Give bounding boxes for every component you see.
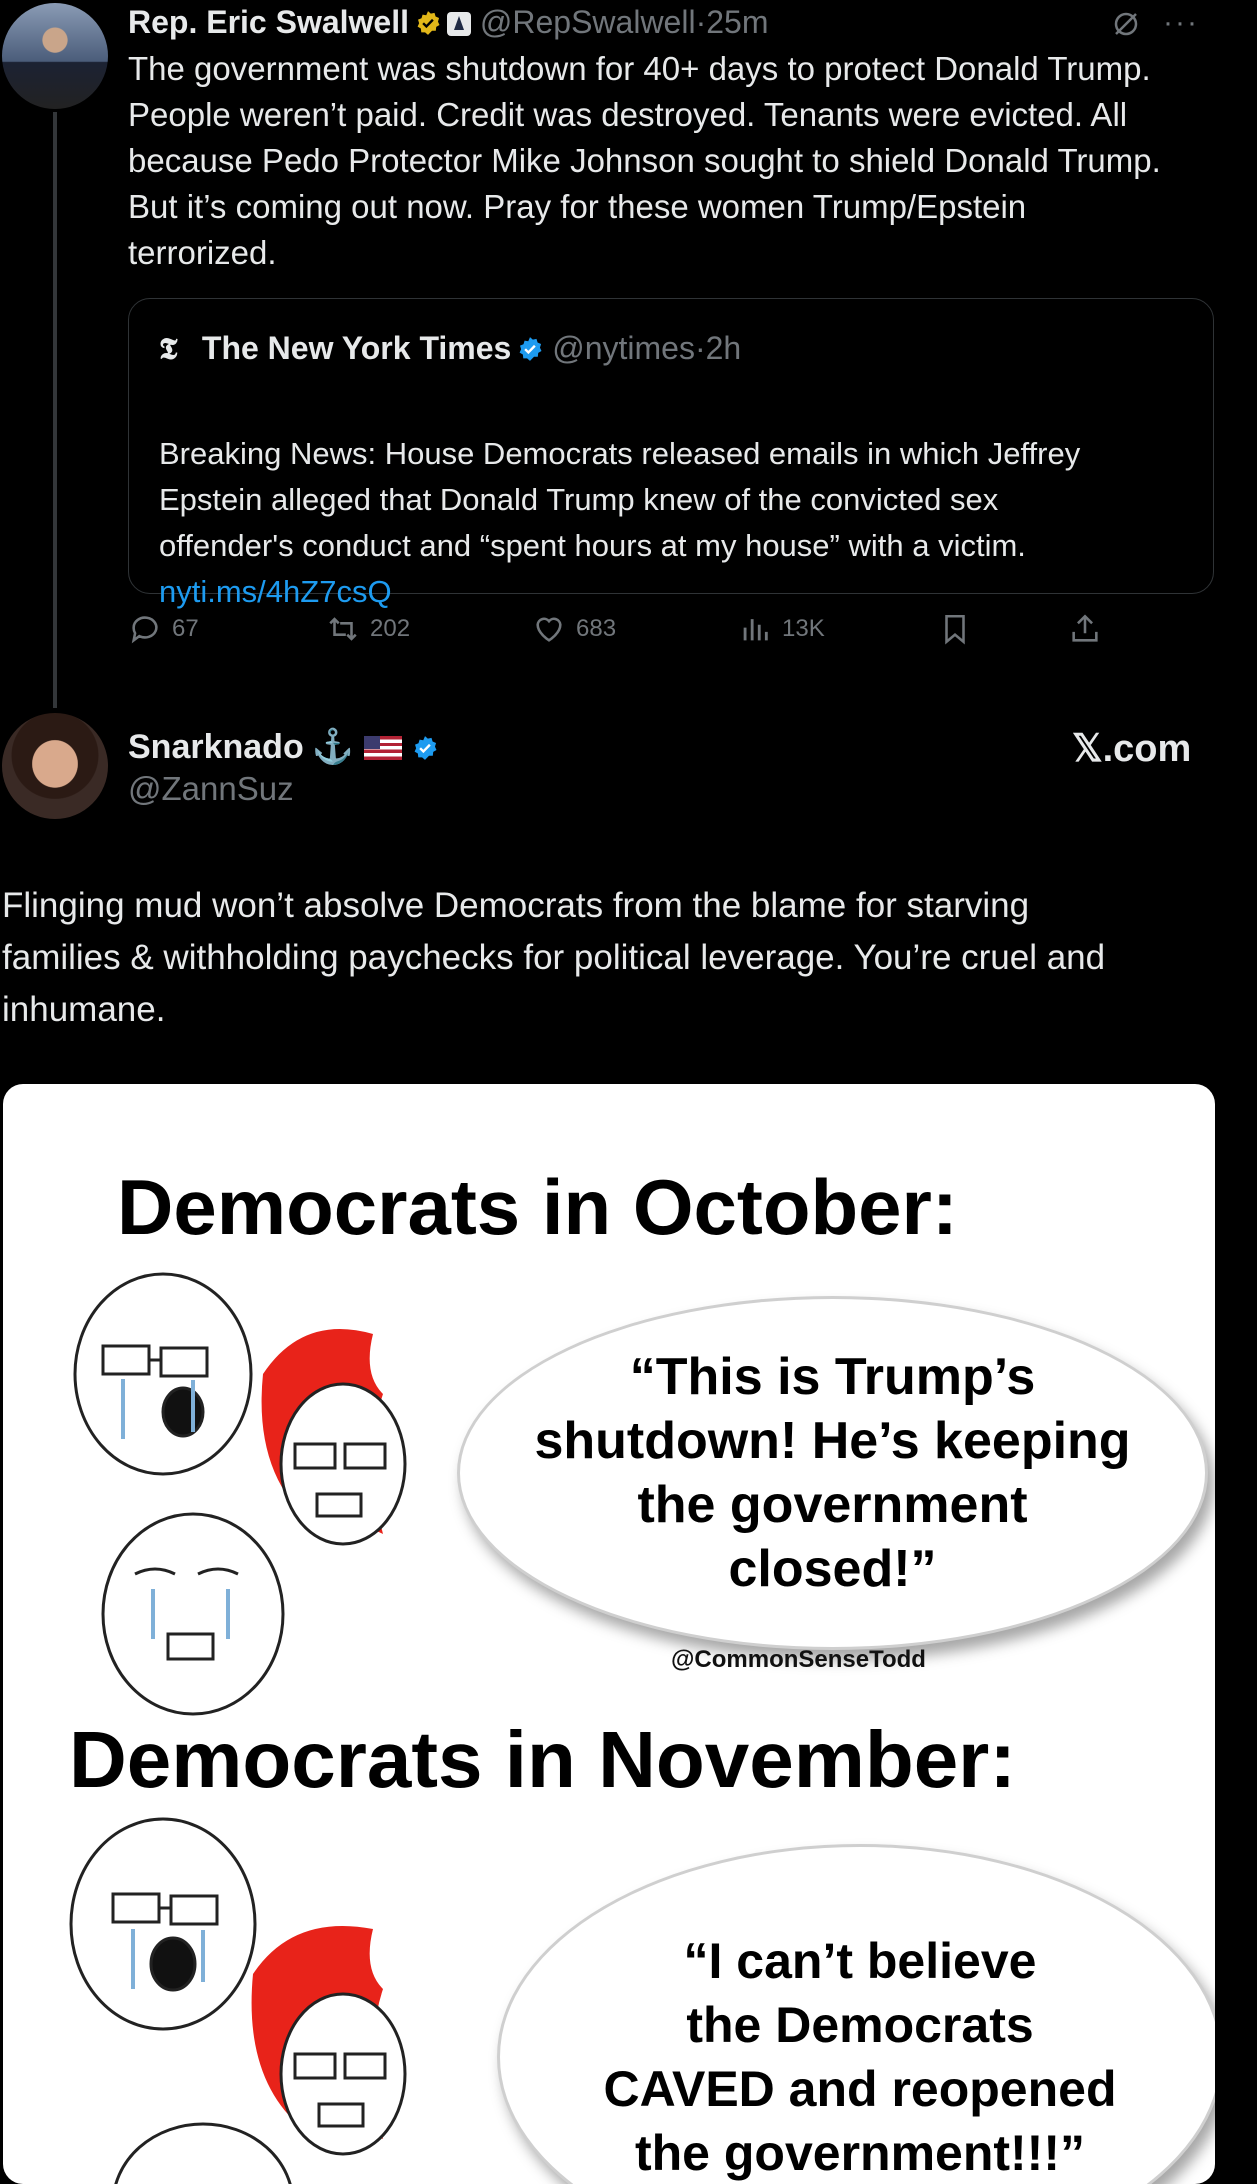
quoted-tweet-card[interactable]: 𝕿 The New York Times @nytimes·2h Breakin… bbox=[128, 298, 1214, 609]
snarknado-avatar[interactable] bbox=[2, 713, 108, 819]
tweet1-time[interactable]: 25m bbox=[706, 4, 768, 40]
quoted-tweet-header: 𝕿 The New York Times @nytimes·2h bbox=[159, 325, 741, 373]
speech-bubble-november: “I can’t believe the Democrats CAVED and… bbox=[497, 1844, 1215, 2184]
x-com-watermark: 𝕏.com bbox=[1072, 728, 1192, 770]
us-flag-icon bbox=[364, 736, 403, 760]
quoted-time[interactable]: 2h bbox=[706, 330, 742, 366]
share-button[interactable] bbox=[1068, 612, 1102, 646]
bubble-november-text: “I can’t believe the Democrats CAVED and… bbox=[603, 1933, 1117, 2181]
tweet2-author-line: Snarknado ⚓ bbox=[128, 725, 438, 769]
quoted-handle[interactable]: @nytimes bbox=[552, 330, 695, 366]
anchor-icon: ⚓ bbox=[311, 728, 355, 766]
heart-icon bbox=[536, 617, 562, 642]
bookmark-icon bbox=[945, 614, 965, 645]
reply-icon bbox=[131, 616, 158, 644]
reply-button[interactable]: 67 bbox=[128, 612, 199, 646]
crying-wojaks-november-illustration bbox=[69, 1817, 407, 2184]
grok-icon[interactable] bbox=[1111, 9, 1141, 39]
view-count: 13K bbox=[782, 615, 825, 642]
swalwell-avatar[interactable] bbox=[2, 3, 108, 109]
meme-credit: @CommonSenseTodd bbox=[671, 1646, 926, 1673]
verified-blue-badge-icon bbox=[519, 337, 542, 361]
meme-image[interactable]: Democrats in October: “This is Trump’s s… bbox=[3, 1084, 1215, 2184]
like-button[interactable]: 683 bbox=[532, 612, 616, 646]
share-icon bbox=[1072, 614, 1098, 642]
bookmark-button[interactable] bbox=[938, 612, 972, 646]
quoted-text-body: Breaking News: House Democrats released … bbox=[159, 436, 1081, 563]
views-button[interactable]: 13K bbox=[738, 612, 825, 646]
more-icon[interactable]: ··· bbox=[1163, 6, 1199, 39]
meme-title-november: Democrats in November: bbox=[69, 1715, 1016, 1804]
repost-button[interactable]: 202 bbox=[326, 612, 410, 646]
quoted-tweet-link[interactable]: nyti.ms/4hZ7csQ bbox=[159, 569, 1199, 615]
views-icon bbox=[743, 619, 768, 641]
tweet1-separator: · bbox=[695, 4, 707, 40]
tweet1-header: Rep. Eric Swalwell @RepSwalwell·25m bbox=[128, 0, 768, 44]
quoted-author-name[interactable]: The New York Times bbox=[202, 330, 511, 366]
tweet1-author-name[interactable]: Rep. Eric Swalwell bbox=[128, 4, 409, 40]
tweet2-author-name[interactable]: Snarknado bbox=[128, 728, 304, 766]
reply-count: 67 bbox=[172, 615, 199, 642]
tweet2-handle[interactable]: @ZannSuz bbox=[128, 767, 294, 811]
nyt-logo-icon: 𝕿 bbox=[159, 332, 178, 367]
bubble-october-text: “This is Trump’s shutdown! He’s keeping … bbox=[534, 1348, 1131, 1598]
tweet1-text: The government was shutdown for 40+ days… bbox=[128, 50, 1161, 271]
like-count: 683 bbox=[576, 615, 617, 642]
tweet1-action-bar: 67 202 683 13K bbox=[128, 612, 1108, 660]
speech-bubble-october: “This is Trump’s shutdown! He’s keeping … bbox=[457, 1296, 1208, 1650]
verified-blue-badge-icon bbox=[414, 736, 437, 760]
repost-icon bbox=[329, 617, 357, 641]
tweet1-top-icons: ··· bbox=[1111, 6, 1199, 40]
government-affiliation-icon bbox=[447, 12, 471, 36]
tweet1-handle[interactable]: @RepSwalwell bbox=[480, 4, 696, 40]
repost-count: 202 bbox=[370, 615, 411, 642]
quoted-separator: · bbox=[694, 330, 706, 366]
meme-title-october: Democrats in October: bbox=[117, 1163, 958, 1251]
tweet2-text: Flinging mud won’t absolve Democrats fro… bbox=[2, 886, 1106, 1029]
crying-wojaks-october-illustration bbox=[73, 1272, 407, 1716]
thread-connector-line bbox=[53, 112, 57, 708]
verified-gold-badge-icon bbox=[417, 11, 440, 35]
